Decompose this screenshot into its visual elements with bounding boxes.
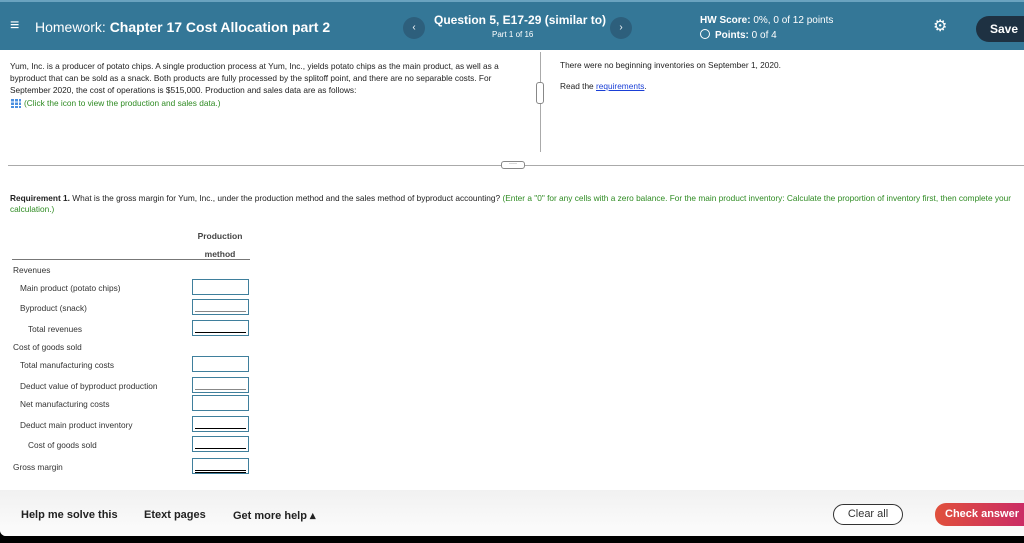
row-label: Deduct main product inventory — [20, 420, 133, 430]
header-rule — [12, 259, 250, 260]
amount-input[interactable] — [192, 356, 249, 372]
underline — [195, 311, 246, 312]
inventories-text: There were no beginning inventories on S… — [560, 60, 781, 70]
assignment-title: Chapter 17 Cost Allocation part 2 — [109, 19, 331, 35]
header-bar: ≡ Homework: Chapter 17 Cost Allocation p… — [0, 0, 1024, 50]
get-more-help-button[interactable]: Get more help ▴ — [233, 509, 316, 522]
next-question-button[interactable]: › — [610, 17, 632, 39]
points: Points: 0 of 4 — [700, 29, 777, 41]
app: ≡ Homework: Chapter 17 Cost Allocation p… — [0, 0, 1024, 536]
menu-icon[interactable]: ≡ — [10, 17, 19, 35]
hw-score: HW Score: 0%, 0 of 12 points — [700, 15, 833, 26]
page-title: Homework: Chapter 17 Cost Allocation par… — [35, 19, 330, 35]
horizontal-resize-handle[interactable]: ···· — [501, 161, 525, 169]
requirement-label: Requirement 1. — [10, 193, 70, 203]
problem-right: There were no beginning inventories on S… — [560, 60, 781, 102]
row-label: Main product (potato chips) — [20, 283, 121, 293]
data-link[interactable]: (Click the icon to view the production a… — [24, 98, 220, 108]
amount-input[interactable] — [192, 395, 249, 411]
clear-all-button[interactable]: Clear all — [833, 504, 903, 525]
circle-icon — [700, 29, 710, 39]
points-label: Points: — [715, 30, 749, 41]
etext-pages-button[interactable]: Etext pages — [144, 509, 206, 521]
row-label: Total manufacturing costs — [20, 360, 115, 370]
amount-input[interactable] — [192, 416, 249, 432]
underline — [195, 428, 246, 429]
points-value: 0 of 4 — [751, 30, 777, 41]
column-header-line1: Production — [197, 231, 243, 241]
amount-input[interactable] — [192, 377, 249, 393]
part-indicator: Part 1 of 16 — [492, 30, 534, 39]
title-prefix: Homework: — [35, 19, 106, 35]
column-header-line2: method — [204, 249, 236, 259]
hw-score-label: HW Score: — [700, 15, 751, 26]
row-label: Byproduct (snack) — [20, 303, 87, 313]
underline — [195, 470, 246, 473]
question-title: Question 5, E17-29 (similar to) — [434, 13, 607, 27]
row-label: Net manufacturing costs — [20, 399, 110, 409]
underline — [195, 448, 246, 449]
check-answer-button[interactable]: Check answer — [935, 503, 1024, 526]
prev-question-button[interactable]: ‹ — [403, 17, 425, 39]
underline — [195, 332, 246, 333]
intro-text: Yum, Inc. is a producer of potato chips.… — [10, 61, 499, 95]
vertical-resize-handle[interactable] — [536, 82, 544, 104]
requirement-question: What is the gross margin for Yum, Inc., … — [72, 193, 501, 203]
problem-intro: Yum, Inc. is a producer of potato chips.… — [10, 60, 530, 109]
read-prefix: Read the — [560, 81, 596, 91]
row-label: Total revenues — [28, 324, 82, 334]
save-button[interactable]: Save — [976, 16, 1024, 42]
underline — [195, 389, 246, 390]
help-me-solve-button[interactable]: Help me solve this — [21, 509, 118, 521]
row-label: Gross margin — [13, 462, 63, 472]
column-header: Production method — [190, 227, 250, 263]
amount-input[interactable] — [192, 299, 249, 315]
requirement-text: Requirement 1. What is the gross margin … — [10, 193, 1015, 215]
row-label: Deduct value of byproduct production — [20, 381, 158, 391]
requirements-link[interactable]: requirements — [596, 81, 644, 91]
amount-input[interactable] — [192, 436, 249, 452]
table-icon[interactable] — [10, 98, 21, 108]
hw-score-value: 0%, 0 of 12 points — [753, 15, 834, 26]
row-label: Cost of goods sold — [28, 440, 97, 450]
amount-input[interactable] — [192, 320, 249, 336]
footer-bar: Help me solve this Etext pages Get more … — [0, 490, 1024, 536]
read-suffix: . — [644, 81, 647, 91]
gear-icon[interactable]: ⚙ — [933, 16, 947, 36]
row-label: Revenues — [13, 265, 51, 275]
row-label: Cost of goods sold — [13, 342, 82, 352]
amount-input[interactable] — [192, 279, 249, 295]
